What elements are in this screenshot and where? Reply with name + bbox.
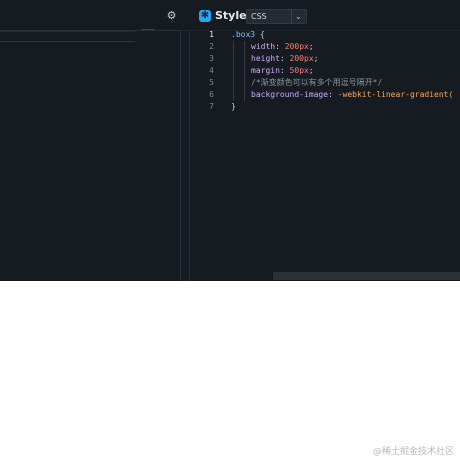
- code-semicolon: ;: [313, 54, 319, 63]
- panel-title: Style: [215, 9, 247, 22]
- code-colon: :: [279, 54, 290, 63]
- css-unit: px: [304, 54, 314, 63]
- css-number: 50: [289, 66, 300, 75]
- horizontal-scrollbar[interactable]: [273, 272, 460, 280]
- css-property: background-image: [251, 90, 329, 99]
- css-property: width: [251, 42, 276, 51]
- language-select-value: CSS: [251, 12, 267, 21]
- code-line: background-image: -webkit-linear-gradien…: [251, 89, 453, 101]
- language-select[interactable]: CSS ⌄: [246, 9, 307, 24]
- chevron-down-icon[interactable]: ⌄: [295, 11, 302, 23]
- line-number-gutter: 1 2 3 4 5 6 7: [190, 30, 216, 281]
- blank-area: [0, 281, 460, 460]
- app-window: ⚙ ✱ Style CSS ⌄ 1 2 3 4 5 6 7 .box3 { wi…: [0, 0, 460, 281]
- pane-divider: [0, 41, 135, 42]
- code-semicolon: ;: [308, 66, 314, 75]
- code-semicolon: ;: [308, 42, 314, 51]
- preview-pane: [0, 29, 180, 281]
- line-number: 6: [209, 90, 214, 99]
- watermark: @稀土掘金技术社区: [372, 447, 454, 457]
- resize-handle[interactable]: [141, 29, 155, 30]
- pane-divider: [0, 31, 135, 32]
- code-colon: :: [328, 90, 338, 99]
- line-number: 3: [209, 54, 214, 63]
- indent-guide: [244, 41, 245, 101]
- select-divider: [291, 10, 292, 23]
- css-comment: /*渐变颜色可以有多个用逗号隔开*/: [251, 78, 383, 87]
- css-unit: px: [299, 42, 309, 51]
- code-line: height: 200px;: [251, 53, 318, 65]
- gear-icon[interactable]: ⚙: [166, 10, 177, 21]
- code-brace: }: [231, 102, 236, 111]
- css-selector: .box3: [231, 31, 256, 39]
- line-number: 2: [209, 42, 214, 51]
- code-line: width: 200px;: [251, 41, 314, 53]
- code-line: margin: 50px;: [251, 65, 314, 77]
- css-number: 200: [284, 42, 300, 51]
- code-brace: {: [255, 31, 265, 39]
- css-function: -webkit-linear-gradient(: [337, 90, 454, 99]
- code-line: /*渐变颜色可以有多个用逗号隔开*/: [251, 77, 382, 89]
- line-number: 7: [209, 102, 214, 111]
- css-number: 200: [289, 54, 304, 63]
- css-unit: px: [299, 66, 309, 75]
- toolbar: ⚙ ✱ Style CSS ⌄: [0, 0, 460, 31]
- code-colon: :: [279, 66, 290, 75]
- code-colon: :: [275, 42, 285, 51]
- line-number: 1: [209, 30, 214, 39]
- code-line: .box3 {: [231, 31, 265, 41]
- code-area[interactable]: .box3 { width: 200px; height: 200px; mar…: [231, 31, 460, 281]
- indent-guide: [233, 41, 234, 101]
- pane-separator[interactable]: [180, 31, 181, 281]
- css-property: height: [251, 54, 280, 63]
- code-editor[interactable]: 1 2 3 4 5 6 7 .box3 { width: 200px; heig…: [190, 30, 460, 281]
- line-number: 5: [209, 78, 214, 87]
- style-logo-icon: ✱: [199, 10, 211, 22]
- css-property: margin: [251, 66, 280, 75]
- code-line: }: [231, 101, 236, 113]
- line-number: 4: [209, 66, 214, 75]
